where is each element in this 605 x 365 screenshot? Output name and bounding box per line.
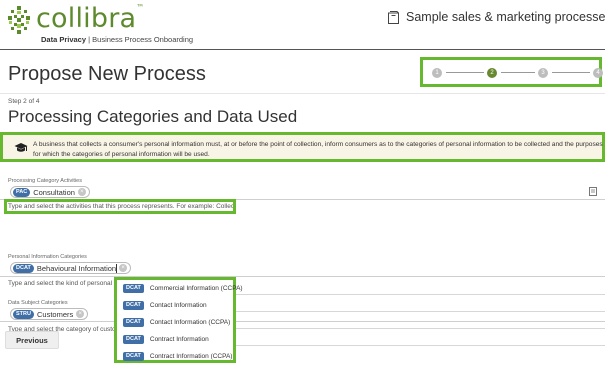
personal-info-input-line[interactable] (0, 276, 605, 277)
step-1[interactable]: 1 (432, 68, 442, 78)
dropdown-option[interactable]: DCAT Contract Information (117, 331, 233, 348)
previous-button[interactable]: Previous (5, 331, 59, 349)
dropdown-row-divider (236, 311, 605, 312)
activities-label: Processing Category Activities (8, 178, 82, 184)
info-text: A business that collects a consumer's pe… (33, 141, 603, 158)
chip-text: Behavioural Information (36, 263, 117, 273)
app-name: Data Privacy (41, 35, 87, 44)
option-text: Commercial Information (CCPA) (149, 285, 243, 292)
dropdown-option[interactable]: DCAT Contact Information (CCPA) (117, 314, 233, 331)
step-connector (501, 72, 535, 73)
page-title: Propose New Process (8, 63, 206, 85)
option-badge: DCAT (123, 352, 144, 361)
option-text: Contract Information (149, 336, 209, 343)
app-header: collibra™ Data Privacy | Business Proces… (0, 0, 605, 50)
step-label: Step 2 of 4 (8, 98, 40, 105)
chip-badge: DCAT (13, 263, 34, 273)
option-badge: DCAT (123, 301, 144, 310)
header-divider (0, 49, 605, 50)
chip-text: Customers (36, 309, 74, 319)
dropdown-row-divider (236, 345, 605, 346)
page-divider (0, 93, 605, 94)
option-text: Contract Information (CCPA) (149, 353, 233, 360)
collibra-logo-icon (8, 6, 30, 34)
remove-chip-icon[interactable]: × (77, 188, 86, 196)
clear-field-icon[interactable] (589, 187, 597, 196)
suggestion-dropdown: DCAT Commercial Information (CCPA) DCAT … (114, 277, 243, 365)
remove-chip-icon[interactable]: × (76, 310, 85, 318)
dropdown-option[interactable]: DCAT Contact Information (117, 297, 233, 314)
data-subject-label: Data Subject Categories (8, 300, 68, 306)
section-title: Processing Categories and Data Used (8, 107, 298, 126)
dropdown-option[interactable]: DCAT Contract Information (CCPA) (117, 348, 233, 365)
dropdown-row-divider (236, 294, 605, 295)
app-section: Business Process Onboarding (92, 35, 194, 44)
option-badge: DCAT (123, 318, 144, 327)
personal-info-helper: Type and select the kind of personal inf… (8, 280, 114, 287)
activities-helper: Type and select the activities that this… (8, 203, 233, 210)
option-badge: DCAT (123, 284, 144, 293)
chip-badge: STRU (13, 309, 34, 319)
option-text: Contact Information (CCPA) (149, 319, 231, 326)
dropdown-row-divider (236, 328, 605, 329)
step-indicator: 1 2 3 4 (420, 57, 603, 87)
personal-info-chip[interactable]: DCAT Behavioural Information × (10, 262, 132, 274)
process-document-icon (388, 11, 399, 24)
step-4[interactable]: 4 (593, 68, 603, 78)
chip-text: Consultation (33, 187, 75, 197)
info-banner: A business that collects a consumer's pe… (0, 132, 605, 162)
step-2-active[interactable]: 2 (487, 68, 497, 78)
personal-info-label: Personal Information Categories (8, 254, 87, 260)
graduation-cap-icon (14, 143, 28, 152)
activities-chip[interactable]: PAC Consultation × (10, 186, 90, 198)
app-subtitle: Data Privacy | Business Process Onboardi… (41, 35, 194, 44)
option-badge: DCAT (123, 335, 144, 344)
chip-badge: PAC (13, 187, 31, 197)
step-connector (552, 72, 590, 73)
step-connector (446, 72, 484, 73)
process-title: Sample sales & marketing processes (406, 10, 605, 24)
brand-name: collibra™ (36, 3, 145, 34)
data-subject-chip[interactable]: STRU Customers × (10, 308, 89, 320)
remove-chip-icon[interactable]: × (119, 264, 128, 272)
option-text: Contact Information (149, 302, 207, 309)
data-subject-input-line[interactable] (0, 321, 605, 322)
text-caret (116, 264, 117, 273)
step-3[interactable]: 3 (538, 68, 548, 78)
dropdown-option[interactable]: DCAT Commercial Information (CCPA) (117, 280, 243, 297)
